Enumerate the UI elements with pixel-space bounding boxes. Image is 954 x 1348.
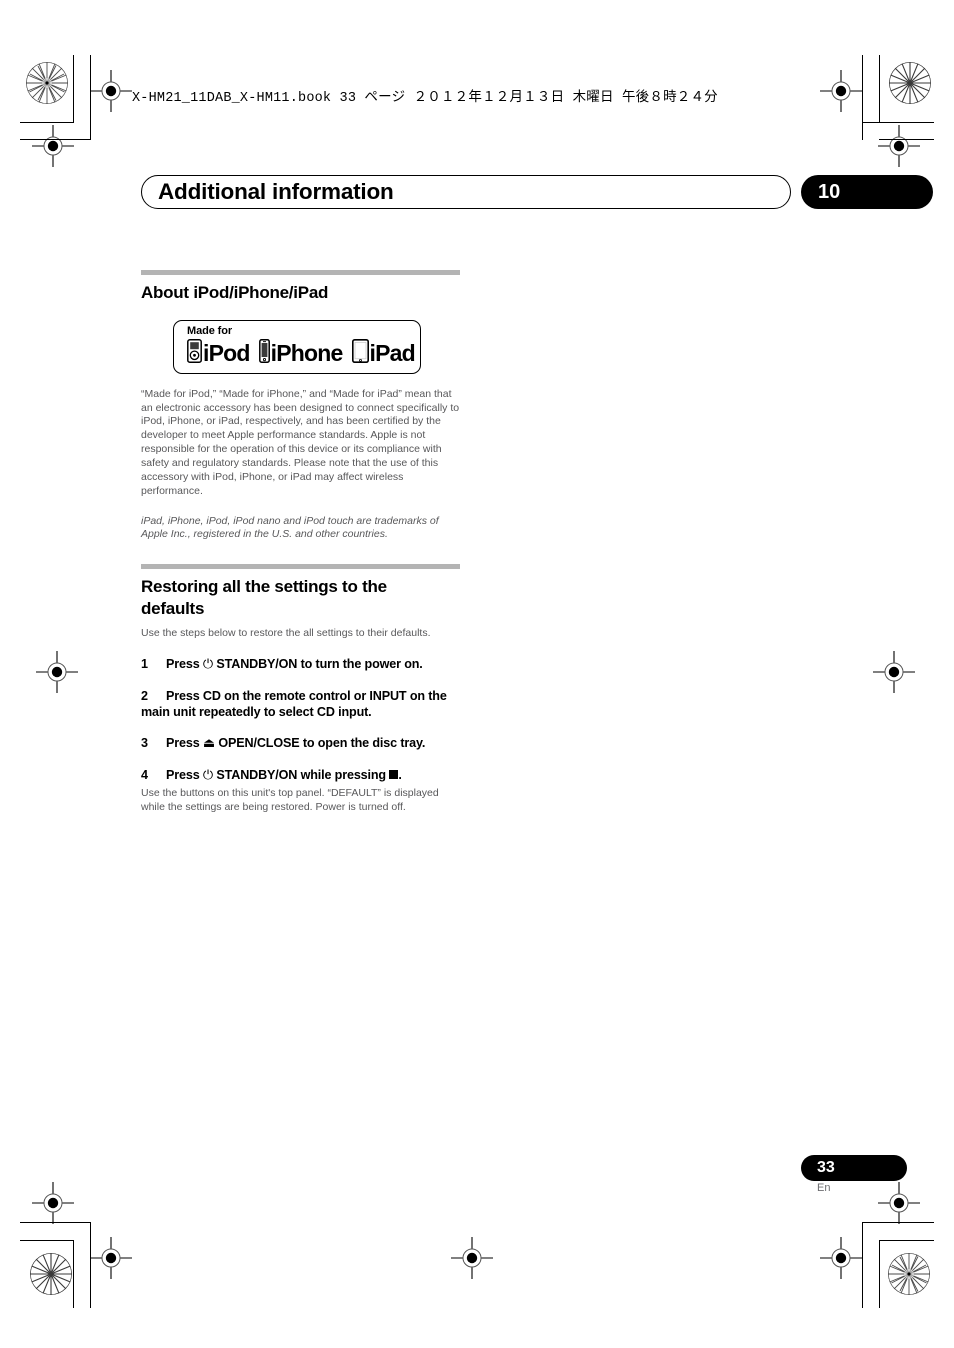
ipod-icon bbox=[187, 338, 202, 368]
step-4: 4 Press ⏻ STANDBY/ON while pressing . bbox=[141, 767, 461, 784]
step-3-text-before: Press bbox=[166, 736, 203, 751]
rosette-mark-top-right bbox=[889, 62, 931, 104]
iphone-label: iPhone bbox=[270, 339, 344, 366]
step-2: 2 Press CD on the remote control or INPUT… bbox=[141, 688, 461, 721]
registration-mark-top-left-outer bbox=[90, 70, 132, 112]
about-body-paragraph: “Made for iPod,” “Made for iPhone,” and … bbox=[141, 387, 460, 497]
step-2-text: Press CD on the remote control or INPUT … bbox=[141, 688, 447, 719]
made-for-device-row: iPod iPhone iPad bbox=[187, 338, 420, 368]
section-about-ipod: About iPod/iPhone/iPad Made for iPod iPh… bbox=[141, 270, 461, 542]
registration-mark-mid-right bbox=[873, 651, 915, 693]
chapter-number-badge: 10 bbox=[801, 175, 933, 209]
registration-mark-bottom-right-outer bbox=[820, 1237, 862, 1279]
section-rule bbox=[141, 564, 460, 570]
step-4-text-after: STANDBY/ON while pressing bbox=[213, 768, 390, 783]
stop-square-icon bbox=[389, 770, 399, 780]
rosette-mark-bottom-left bbox=[30, 1253, 72, 1295]
step-3-text-after: OPEN/CLOSE to open the disc tray. bbox=[215, 736, 426, 751]
trademark-note: iPad, iPhone, iPod, iPod nano and iPod t… bbox=[141, 514, 439, 541]
registration-mark-mid-left bbox=[36, 651, 78, 693]
restore-lead-text: Use the steps below to restore the all s… bbox=[141, 626, 431, 639]
step-1-number: 1 bbox=[141, 656, 148, 671]
section-heading-restore: Restoring all the settings to the defaul… bbox=[141, 577, 387, 619]
chapter-title-bar: Additional information bbox=[141, 175, 791, 209]
page-language-label: En bbox=[817, 1182, 831, 1194]
step-1-text-before: Press bbox=[166, 656, 203, 671]
restore-after-steps-text: Use the buttons on this unit's top panel… bbox=[141, 787, 439, 813]
step-2-number: 2 bbox=[141, 688, 148, 703]
registration-mark-bottom-right-inner bbox=[878, 1182, 920, 1224]
made-for-badge: Made for iPod iPhone iPad bbox=[173, 319, 421, 374]
section-heading-about: About iPod/iPhone/iPad bbox=[141, 283, 329, 302]
standby-power-icon: ⏻ bbox=[202, 767, 214, 783]
step-4-period: . bbox=[398, 768, 402, 783]
registration-mark-top-right-inner bbox=[878, 125, 920, 167]
registration-mark-top-right-outer bbox=[820, 70, 862, 112]
iphone-icon bbox=[258, 338, 270, 368]
registration-mark-bottom-left-outer bbox=[90, 1237, 132, 1279]
section-rule bbox=[141, 270, 460, 275]
made-for-label: Made for bbox=[187, 324, 233, 337]
page-number-badge: 33 bbox=[801, 1155, 907, 1181]
step-4-text-before: Press bbox=[166, 768, 203, 783]
page-title: Additional information bbox=[158, 179, 394, 204]
rosette-mark-bottom-right bbox=[888, 1253, 930, 1295]
step-3: 3 Press ⏏ OPEN/CLOSE to open the disc tra… bbox=[141, 735, 461, 752]
step-1-text-after: STANDBY/ON to turn the power on. bbox=[213, 656, 423, 671]
ipad-label: iPad bbox=[369, 339, 416, 366]
ipod-label: iPod bbox=[203, 339, 250, 366]
step-4-number: 4 bbox=[141, 768, 148, 783]
rosette-mark-top-left bbox=[26, 62, 68, 104]
registration-mark-bottom-center bbox=[451, 1237, 493, 1279]
step-1: 1 Press ⏻ STANDBY/ON to turn the power on… bbox=[141, 656, 461, 673]
ipad-icon bbox=[351, 338, 369, 368]
registration-mark-bottom-left-inner bbox=[32, 1182, 74, 1224]
print-header-text: X-HM21_11DAB_X-HM11.book 33 ページ ２０１２年１２月… bbox=[132, 91, 718, 106]
registration-mark-top-left-inner bbox=[32, 125, 74, 167]
eject-icon: ⏏ bbox=[202, 735, 216, 751]
standby-power-icon: ⏻ bbox=[202, 655, 214, 671]
step-3-number: 3 bbox=[141, 736, 148, 751]
section-restore-defaults: Restoring all the settings to the defaul… bbox=[141, 564, 461, 814]
content-column: About iPod/iPhone/iPad Made for iPod iPh… bbox=[141, 270, 461, 815]
